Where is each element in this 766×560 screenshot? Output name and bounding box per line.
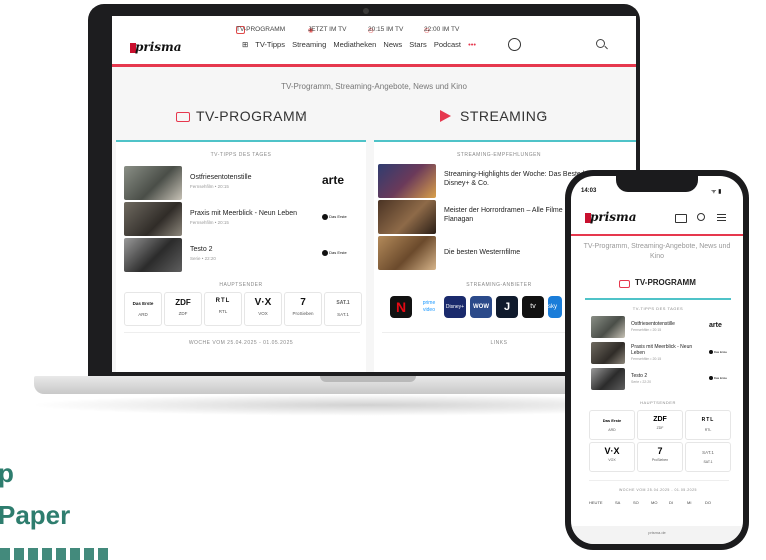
- prime-video-icon[interactable]: prime video: [418, 296, 440, 318]
- sender-sat1[interactable]: SAT.1 SAT.1: [324, 292, 362, 326]
- phone-notch: [616, 176, 698, 192]
- camera-icon: [363, 8, 369, 14]
- day-tab[interactable]: MI: [687, 500, 691, 505]
- list-item[interactable]: Praxis mit Meerblick - Neun Leben Fernse…: [124, 202, 360, 236]
- sender-rtl[interactable]: RTL RTL: [204, 292, 242, 326]
- disney-plus-icon[interactable]: Disney+: [444, 296, 466, 318]
- thumbnail: [124, 166, 182, 200]
- tagline: TV-Programm, Streaming-Angebote, News un…: [583, 243, 731, 260]
- sender-row: Das Erste ARD ZDF ZDF RTL RTL V·X VOX 7 ProSi…: [124, 292, 362, 326]
- day-tab[interactable]: HEUTE: [589, 500, 603, 505]
- browser-bar: [571, 526, 743, 544]
- nav-streaming[interactable]: Streaming: [292, 40, 326, 49]
- url-label[interactable]: prisma.de: [571, 530, 743, 535]
- netflix-icon[interactable]: N: [390, 296, 412, 318]
- day-tab[interactable]: MO: [651, 500, 657, 505]
- tv-section-header[interactable]: TV-PROGRAMM: [619, 278, 729, 292]
- tipps-label: TV-TIPPS DES TAGES: [632, 306, 684, 311]
- main-nav: ⊞ TV-Tipps Streaming Mediatheken News St…: [242, 40, 481, 49]
- nav-mediatheken[interactable]: Mediatheken: [333, 40, 376, 49]
- sender-ard[interactable]: Das Erste ARD: [589, 410, 635, 440]
- thumbnail: [378, 200, 436, 234]
- day-tab[interactable]: DI: [669, 500, 673, 505]
- thumbnail: [591, 316, 625, 338]
- tv-icon[interactable]: [675, 214, 687, 223]
- play-icon: [440, 110, 451, 122]
- list-item[interactable]: Ostfriesentotenstille Fernsehfilm • 20:1…: [124, 166, 360, 200]
- week-label: WOCHE VOM 25.04.2025 - 01.05.2025: [188, 340, 294, 346]
- day-tabs: HEUTE SA SO MO DI MI DO: [589, 500, 735, 512]
- thumbnail: [591, 342, 625, 364]
- thumbnail: [378, 164, 436, 198]
- status-time: 14:03: [581, 188, 597, 194]
- hauptsender-label: HAUPTSENDER: [219, 282, 263, 288]
- top-links-bar: TV-PROGRAMM ◉ JETZT IM TV ◷ 20:15 IM TV …: [236, 26, 460, 34]
- sender-zdf[interactable]: ZDF ZDF: [637, 410, 683, 440]
- day-tab[interactable]: SA: [615, 500, 620, 505]
- day-tab[interactable]: DO: [705, 500, 711, 505]
- sender-vox[interactable]: V·X VOX: [244, 292, 282, 326]
- more-icon[interactable]: •••: [468, 40, 476, 49]
- tv-card: TV-TIPPS DES TAGES Ostfriesentotenstille…: [116, 140, 366, 372]
- channel-logo: Das Erste: [709, 376, 727, 381]
- hauptsender-label: HAUPTSENDER: [640, 400, 676, 405]
- sky-icon[interactable]: sky: [548, 296, 562, 318]
- sender-prosieben[interactable]: 7 ProSieben: [284, 292, 322, 326]
- status-icons: ᯤ ▮: [711, 189, 722, 195]
- sender-zdf[interactable]: ZDF ZDF: [164, 292, 202, 326]
- phone-screen: 14:03 ᯤ ▮ prisma TV-Programm, Streaming-…: [571, 176, 743, 544]
- thumbnail: [124, 238, 182, 272]
- list-item[interactable]: Ostfriesentotenstille Fernsehfilm • 20:1…: [591, 316, 731, 338]
- laptop-trackpad-notch: [320, 376, 416, 382]
- side-heading-line1: p: [0, 458, 14, 488]
- channel-logo: arte: [709, 322, 722, 329]
- search-icon[interactable]: [697, 213, 705, 221]
- side-heading-line2: Paper: [0, 500, 71, 530]
- user-icon[interactable]: [508, 38, 521, 51]
- sender-grid: Das Erste ARD ZDF ZDF RTL RTL V·X VOX 7 ProSi…: [589, 410, 731, 472]
- grid-icon[interactable]: ⊞: [242, 40, 248, 49]
- nav-tv-tipps[interactable]: TV-Tipps: [255, 40, 285, 49]
- laptop-screen: TV-PROGRAMM ◉ JETZT IM TV ◷ 20:15 IM TV …: [112, 16, 636, 372]
- thumbnail: [124, 202, 182, 236]
- thumbnail: [378, 236, 436, 270]
- apple-tv-icon[interactable]: tv: [522, 296, 544, 318]
- menu-icon[interactable]: [717, 214, 726, 221]
- streaming-label: STREAMING-EMPFEHLUNGEN: [456, 152, 542, 158]
- day-tab[interactable]: SO: [633, 500, 639, 505]
- channel-logo: Das Erste: [322, 250, 347, 256]
- sender-ard[interactable]: Das Erste ARD: [124, 292, 162, 326]
- channel-logo: Das Erste: [709, 350, 727, 355]
- tagline: TV-Programm, Streaming-Angebote, News un…: [281, 82, 467, 91]
- channel-logo: arte: [322, 173, 345, 187]
- nav-podcast[interactable]: Podcast: [434, 40, 461, 49]
- side-heading-line3: [0, 548, 110, 560]
- list-item[interactable]: Testo 2 Serie • 22:20 Das Erste: [591, 368, 731, 390]
- tipps-label: TV-TIPPS DES TAGES: [210, 152, 272, 158]
- sender-vox[interactable]: V·X VOX: [589, 442, 635, 472]
- sender-prosieben[interactable]: 7 ProSieben: [637, 442, 683, 472]
- channel-logo: Das Erste: [322, 214, 347, 220]
- list-item[interactable]: Praxis mit Meerblick - Neun Leben Fernse…: [591, 342, 731, 364]
- tv-icon: [176, 112, 190, 122]
- joyn-icon[interactable]: J: [496, 296, 518, 318]
- header-divider: [571, 234, 743, 236]
- wow-icon[interactable]: WOW: [470, 296, 492, 318]
- sender-rtl[interactable]: RTL RTL: [685, 410, 731, 440]
- thumbnail: [591, 368, 625, 390]
- tv-icon: [619, 280, 630, 288]
- nav-news[interactable]: News: [383, 40, 402, 49]
- sender-sat1[interactable]: SAT.1 SAT.1: [685, 442, 731, 472]
- week-label: WOCHE VOM 25.04.2025 - 01.05.2025: [619, 488, 697, 492]
- nav-stars[interactable]: Stars: [409, 40, 427, 49]
- list-item[interactable]: Testo 2 Serie • 22:20 Das Erste: [124, 238, 360, 272]
